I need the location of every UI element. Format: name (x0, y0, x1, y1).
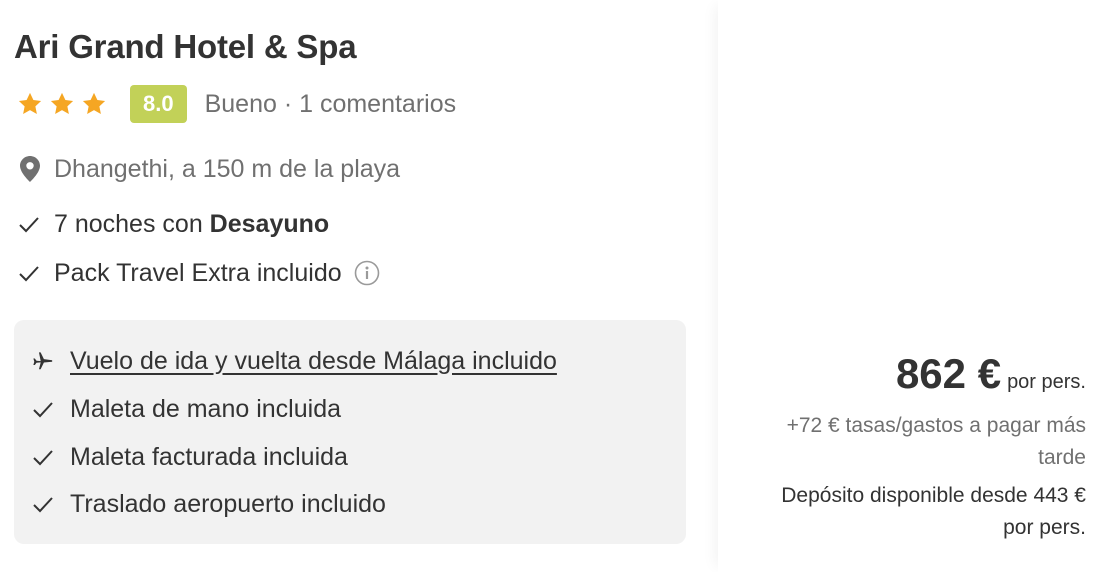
feature-pack: Pack Travel Extra incluido (18, 256, 380, 290)
review-summary[interactable]: Bueno · 1 comentarios (205, 90, 457, 119)
check-icon (33, 497, 53, 513)
check-icon (19, 217, 39, 233)
pack-text: Pack Travel Extra incluido (54, 258, 342, 287)
feature-nights: 7 noches con Desayuno (18, 207, 329, 241)
star-icon (18, 92, 42, 115)
star-icon (50, 92, 74, 115)
included-item: Maleta de mano incluida (32, 392, 341, 426)
flight-row: Vuelo de ida y vuelta desde Málaga inclu… (32, 344, 557, 378)
included-item: Maleta facturada incluida (32, 440, 348, 474)
included-item-label: Maleta de mano incluida (70, 394, 341, 423)
score-badge: 8.0 (130, 85, 187, 123)
price-row: 862 € por pers. (896, 350, 1086, 398)
included-item: Traslado aeropuerto incluido (32, 487, 386, 521)
included-item-label: Traslado aeropuerto incluido (70, 489, 386, 518)
location-pin-icon (20, 156, 40, 182)
included-services-box: Vuelo de ida y vuelta desde Málaga inclu… (14, 320, 686, 544)
flight-link[interactable]: Vuelo de ida y vuelta desde Málaga inclu… (70, 347, 557, 376)
price-unit: por pers. (1007, 371, 1086, 393)
price-panel: 862 € por pers. +72 € tasas/gastos a pag… (718, 0, 1098, 572)
nights-text: 7 noches con (54, 209, 210, 238)
taxes-note: +72 € tasas/gastos a pagar más tarde (786, 414, 1086, 469)
info-icon[interactable] (354, 260, 380, 286)
location-row: Dhangethi, a 150 m de la playa (20, 152, 400, 186)
price-value: 862 € (895, 350, 1002, 397)
star-rating (16, 90, 108, 118)
board-type: Desayuno (209, 209, 330, 238)
rating-row: 8.0 Bueno · 1 comentarios (16, 84, 456, 124)
deposit-note: Depósito disponible desde 443 € por pers… (781, 484, 1086, 539)
star-icon (82, 92, 106, 115)
location-text: Dhangethi, a 150 m de la playa (54, 154, 401, 183)
check-icon (33, 402, 53, 418)
check-icon (19, 266, 39, 282)
hotel-card-left: Ari Grand Hotel & Spa 8.0 Bueno · 1 come… (0, 0, 718, 572)
included-item-label: Maleta facturada incluida (70, 442, 348, 471)
check-icon (33, 450, 53, 466)
hotel-name[interactable]: Ari Grand Hotel & Spa (14, 28, 357, 66)
airplane-icon (33, 352, 53, 370)
